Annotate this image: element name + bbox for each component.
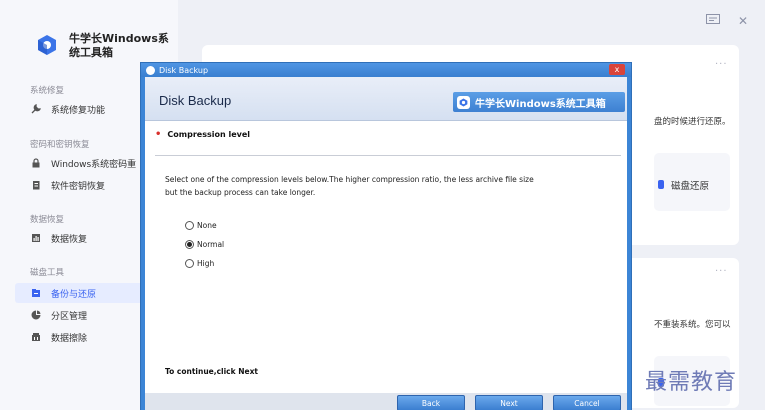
brand-logo-icon [457,95,470,109]
sidebar-item-label: 系统修复功能 [51,105,106,116]
dialog-close-button[interactable]: x [609,64,625,75]
app-title: 牛学长Windows系 统工具箱 [69,32,179,60]
backup-icon [31,288,41,298]
sidebar-item-label: 分区管理 [51,311,88,322]
radio-circle[interactable] [185,259,194,268]
radio-dot [187,242,192,247]
pie-icon [31,310,41,320]
feedback-icon[interactable] [706,14,720,29]
section-heading: • Compression level [155,129,250,140]
radio-none[interactable]: None [185,221,217,230]
sidebar-item-label: 数据擦除 [51,333,88,344]
disk-restore-card[interactable]: 磁盘还原 [654,153,730,211]
radio-high[interactable]: High [185,259,214,268]
description: Select one of the compression levels bel… [165,173,565,199]
radio-label: None [197,221,217,230]
sidebar-item-label: 备份与还原 [51,289,97,300]
radio-normal[interactable]: Normal [185,240,224,249]
disk-icon [658,180,664,189]
dialog-body: Disk Backup 牛学长Windows系统工具箱 • Compressio… [145,77,627,410]
separator [155,155,621,156]
app-logo-icon [38,35,56,55]
wrench-icon [31,104,41,114]
dialog-header: Disk Backup 牛学长Windows系统工具箱 [145,77,627,121]
description-line: Select one of the compression levels bel… [165,175,534,184]
erase-icon [31,332,41,342]
button-bar: Back Next Cancel [145,393,627,410]
radio-circle-selected[interactable] [185,240,194,249]
app-small-icon [146,65,155,75]
dialog-window-title: Disk Backup [159,65,209,75]
brand-banner: 牛学长Windows系统工具箱 [453,92,625,112]
disk-backup-dialog: Disk Backup x Disk Backup 牛学长Windows系统工具… [140,62,632,410]
section-title-data-recovery: 数据恢复 [30,215,65,225]
section-title-password-recovery: 密码和密钥恢复 [30,140,90,150]
description-line: but the backup process can take longer. [165,188,316,197]
radio-circle[interactable] [185,221,194,230]
card-description: 不重装系统。您可以 [654,320,731,330]
card-description: 盘的时候进行还原。 [654,117,731,127]
section-heading-text: Compression level [167,130,250,139]
sidebar-item-label: 数据恢复 [51,234,88,245]
watermark: 最需教育 [645,370,738,395]
key-file-icon [31,180,41,190]
more-icon[interactable]: ··· [715,59,728,70]
dialog-header-title: Disk Backup [159,93,232,108]
disk-restore-label: 磁盘还原 [671,181,710,192]
app-title-line1: 牛学长Windows系 [69,32,169,45]
sidebar-item-label: 软件密钥恢复 [51,181,106,192]
app-title-line2: 统工具箱 [69,46,113,59]
close-icon[interactable]: ✕ [738,14,748,28]
sidebar-item-label: Windows系统密码重 [51,159,137,170]
data-icon [31,233,41,243]
radio-label: High [197,259,215,268]
dialog-titlebar: Disk Backup x [141,63,631,77]
lock-icon [31,158,41,168]
section-title-disk-tools: 磁盘工具 [30,268,65,278]
cancel-button[interactable]: Cancel [553,395,621,410]
brand-text: 牛学长Windows系统工具箱 [475,98,606,110]
bullet-icon: • [155,129,162,140]
radio-label: Normal [197,240,225,249]
section-title-system-repair: 系统修复 [30,86,65,96]
continue-hint: To continue,click Next [165,367,259,376]
next-button[interactable]: Next [475,395,543,410]
more-icon[interactable]: ··· [715,266,728,277]
back-button[interactable]: Back [397,395,465,410]
